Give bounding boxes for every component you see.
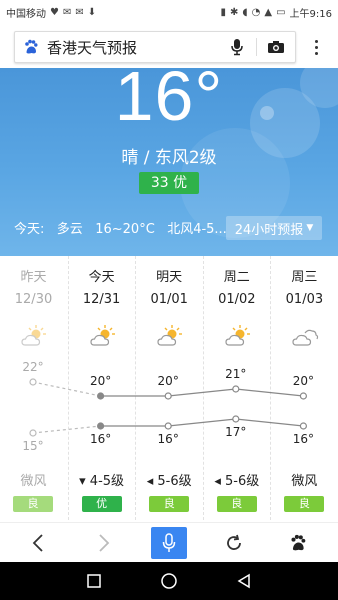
battery-icon: ▭ bbox=[276, 6, 286, 18]
system-nav-bar bbox=[0, 562, 338, 600]
forecast-wind: ▾ 4-5级 bbox=[79, 474, 125, 489]
forecast-day: 今天 bbox=[88, 270, 115, 285]
forecast-date: 01/01 bbox=[150, 292, 188, 307]
search-box[interactable]: 香港天气预报 bbox=[14, 31, 296, 63]
square-icon[interactable] bbox=[84, 571, 104, 591]
refresh-icon[interactable] bbox=[216, 527, 252, 559]
sun-cloud-icon bbox=[224, 324, 252, 348]
forecast-day: 周二 bbox=[223, 270, 250, 285]
sun-cloud-icon bbox=[156, 324, 184, 348]
forecast-wind: ◂ 5-6级 bbox=[146, 474, 192, 489]
hourly-forecast-button[interactable]: 24小时预报 ▼ bbox=[226, 216, 322, 240]
back-arrow-icon[interactable] bbox=[20, 527, 56, 559]
current-condition: 晴 / 东风2级 bbox=[121, 148, 217, 168]
low-temp-label: 15° bbox=[22, 439, 44, 453]
aqi-badge[interactable]: 33 优 bbox=[139, 172, 199, 194]
circle-icon[interactable] bbox=[159, 571, 179, 591]
forecast-day: 明天 bbox=[156, 270, 183, 285]
low-temp-label: 16° bbox=[157, 432, 179, 446]
forecast-day-column[interactable]: 今天 12/31 ▾ 4-5级优 bbox=[67, 256, 135, 520]
forward-arrow-icon[interactable] bbox=[86, 527, 122, 559]
status-bar: 中国移动 ♥ ✉ ✉ ⬇ ▮ ✱ ◖ ◔ ▲ ▭ 上午9:16 bbox=[0, 0, 338, 24]
forecast-day-column[interactable]: 明天 01/01 ◂ 5-6级良 bbox=[135, 256, 202, 520]
cloud-icon bbox=[291, 324, 319, 348]
sun-cloud-icon bbox=[89, 324, 117, 348]
low-temp-label: 16° bbox=[89, 432, 112, 446]
sun-cloud-icon bbox=[20, 324, 48, 348]
today-label: 今天: bbox=[14, 222, 45, 237]
today-summary: 今天: 多云 16~20°C 北风4-5... bbox=[14, 218, 227, 237]
microphone-icon bbox=[162, 533, 176, 552]
forecast-day-column[interactable]: 周三 01/03 微风良 bbox=[270, 256, 337, 520]
forecast-day-column[interactable]: 昨天 12/30 微风良 bbox=[0, 256, 67, 520]
forecast-date: 01/03 bbox=[285, 292, 324, 307]
mute-icon: ◖ bbox=[242, 6, 248, 18]
divider bbox=[256, 38, 257, 56]
forecast-day-column[interactable]: 周二 01/02 ◂ 5-6级良 bbox=[202, 256, 270, 520]
paw-icon bbox=[25, 39, 38, 54]
forecast-wind: ◂ 5-6级 bbox=[214, 474, 260, 489]
today-range: 16~20°C bbox=[95, 222, 155, 237]
today-wind: 北风4-5... bbox=[167, 222, 227, 237]
camera-icon[interactable] bbox=[265, 36, 287, 58]
forecast-wind: 微风 bbox=[20, 474, 47, 489]
forecast-date: 12/30 bbox=[14, 292, 53, 307]
forecast-aqi-badge: 优 bbox=[81, 496, 122, 512]
forecast-date: 01/02 bbox=[218, 292, 256, 307]
carrier-name: 中国移动 bbox=[6, 8, 46, 20]
heart-icon: ♥ bbox=[50, 6, 59, 18]
wifi-icon: ◔ bbox=[251, 6, 261, 18]
high-temp-label: 22° bbox=[22, 360, 44, 374]
search-query[interactable]: 香港天气预报 bbox=[47, 37, 226, 58]
low-temp-label: 17° bbox=[225, 425, 247, 439]
signal-icon: ▮ bbox=[220, 6, 226, 18]
caret-down-icon: ▼ bbox=[306, 223, 314, 233]
high-temp-label: 20° bbox=[89, 374, 112, 388]
download-icon: ⬇ bbox=[87, 6, 97, 18]
clock: 上午9:16 bbox=[289, 8, 332, 20]
forecast-date: 12/31 bbox=[82, 292, 121, 307]
paw-icon[interactable] bbox=[280, 527, 316, 559]
current-weather-panel: 16° 晴 / 东风2级 33 优 今天: 多云 16~20°C 北风4-5..… bbox=[0, 68, 338, 256]
high-temp-label: 20° bbox=[157, 374, 179, 388]
forecast-panel: 昨天 12/30 微风良今天 12/31 ▾ 4-5级优明天 01/01 ◂ 5-6级良周二… bbox=[0, 256, 338, 522]
forecast-aqi-badge: 良 bbox=[149, 496, 190, 512]
forecast-aqi-badge: 良 bbox=[216, 496, 257, 512]
forecast-wind: 微风 bbox=[291, 474, 318, 489]
microphone-icon[interactable] bbox=[226, 36, 248, 58]
cell-signal-icon: ▲ bbox=[264, 6, 273, 18]
forecast-aqi-badge: 良 bbox=[284, 496, 325, 512]
current-temperature: 16° bbox=[114, 68, 224, 135]
high-temp-label: 21° bbox=[225, 367, 247, 381]
forecast-day: 周三 bbox=[291, 270, 318, 285]
low-temp-label: 16° bbox=[292, 432, 315, 446]
bluetooth-icon: ✱ bbox=[229, 6, 239, 18]
browser-toolbar bbox=[0, 522, 338, 562]
triangle-back-icon[interactable] bbox=[234, 571, 254, 591]
mail-icon: ✉ bbox=[75, 6, 84, 18]
search-bar: 香港天气预报 bbox=[0, 24, 338, 68]
message-icon: ✉ bbox=[62, 6, 72, 18]
forecast-day: 昨天 bbox=[20, 270, 47, 285]
high-temp-label: 20° bbox=[292, 374, 315, 388]
voice-search-button[interactable] bbox=[151, 527, 187, 559]
more-vertical-icon[interactable] bbox=[306, 37, 326, 57]
forecast-aqi-badge: 良 bbox=[13, 496, 53, 512]
hourly-forecast-label: 24小时预报 bbox=[234, 222, 304, 238]
today-weather: 多云 bbox=[56, 222, 83, 237]
